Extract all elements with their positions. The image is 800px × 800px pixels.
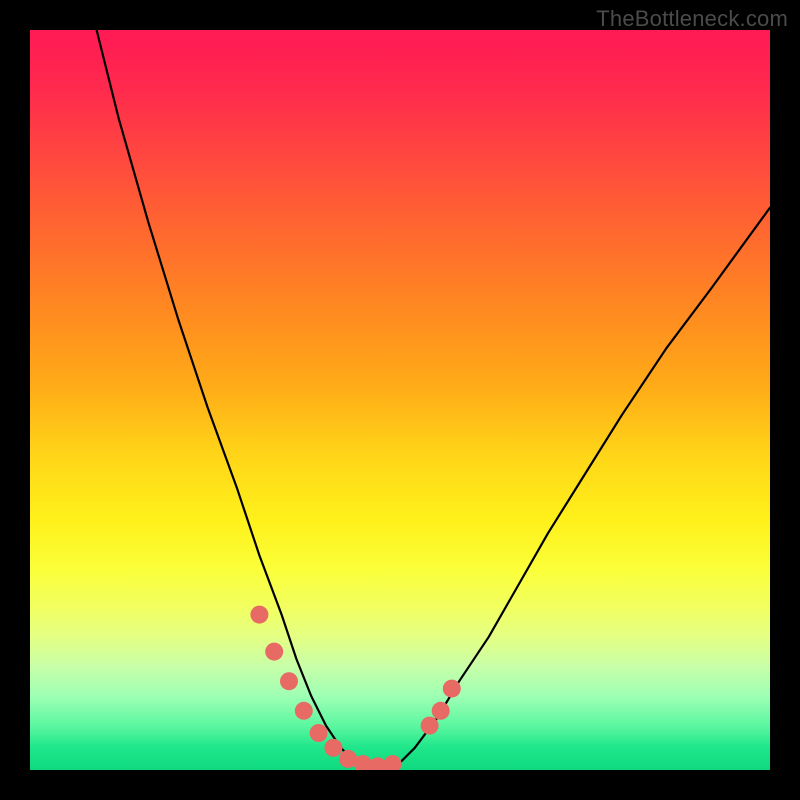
chart-frame: TheBottleneck.com bbox=[0, 0, 800, 800]
marker-dot bbox=[443, 680, 461, 698]
chart-plot-area bbox=[30, 30, 770, 770]
marker-dot bbox=[265, 643, 283, 661]
watermark-label: TheBottleneck.com bbox=[596, 6, 788, 32]
marker-dot bbox=[432, 702, 450, 720]
left-marker-cluster bbox=[250, 606, 401, 770]
marker-dot bbox=[280, 672, 298, 690]
right-marker-cluster bbox=[421, 680, 461, 735]
marker-dot bbox=[295, 702, 313, 720]
marker-dot bbox=[421, 717, 439, 735]
bottleneck-curve bbox=[97, 30, 770, 770]
chart-svg bbox=[30, 30, 770, 770]
marker-dot bbox=[250, 606, 268, 624]
marker-dot bbox=[310, 724, 328, 742]
marker-dot bbox=[324, 739, 342, 757]
marker-dot bbox=[384, 755, 402, 770]
